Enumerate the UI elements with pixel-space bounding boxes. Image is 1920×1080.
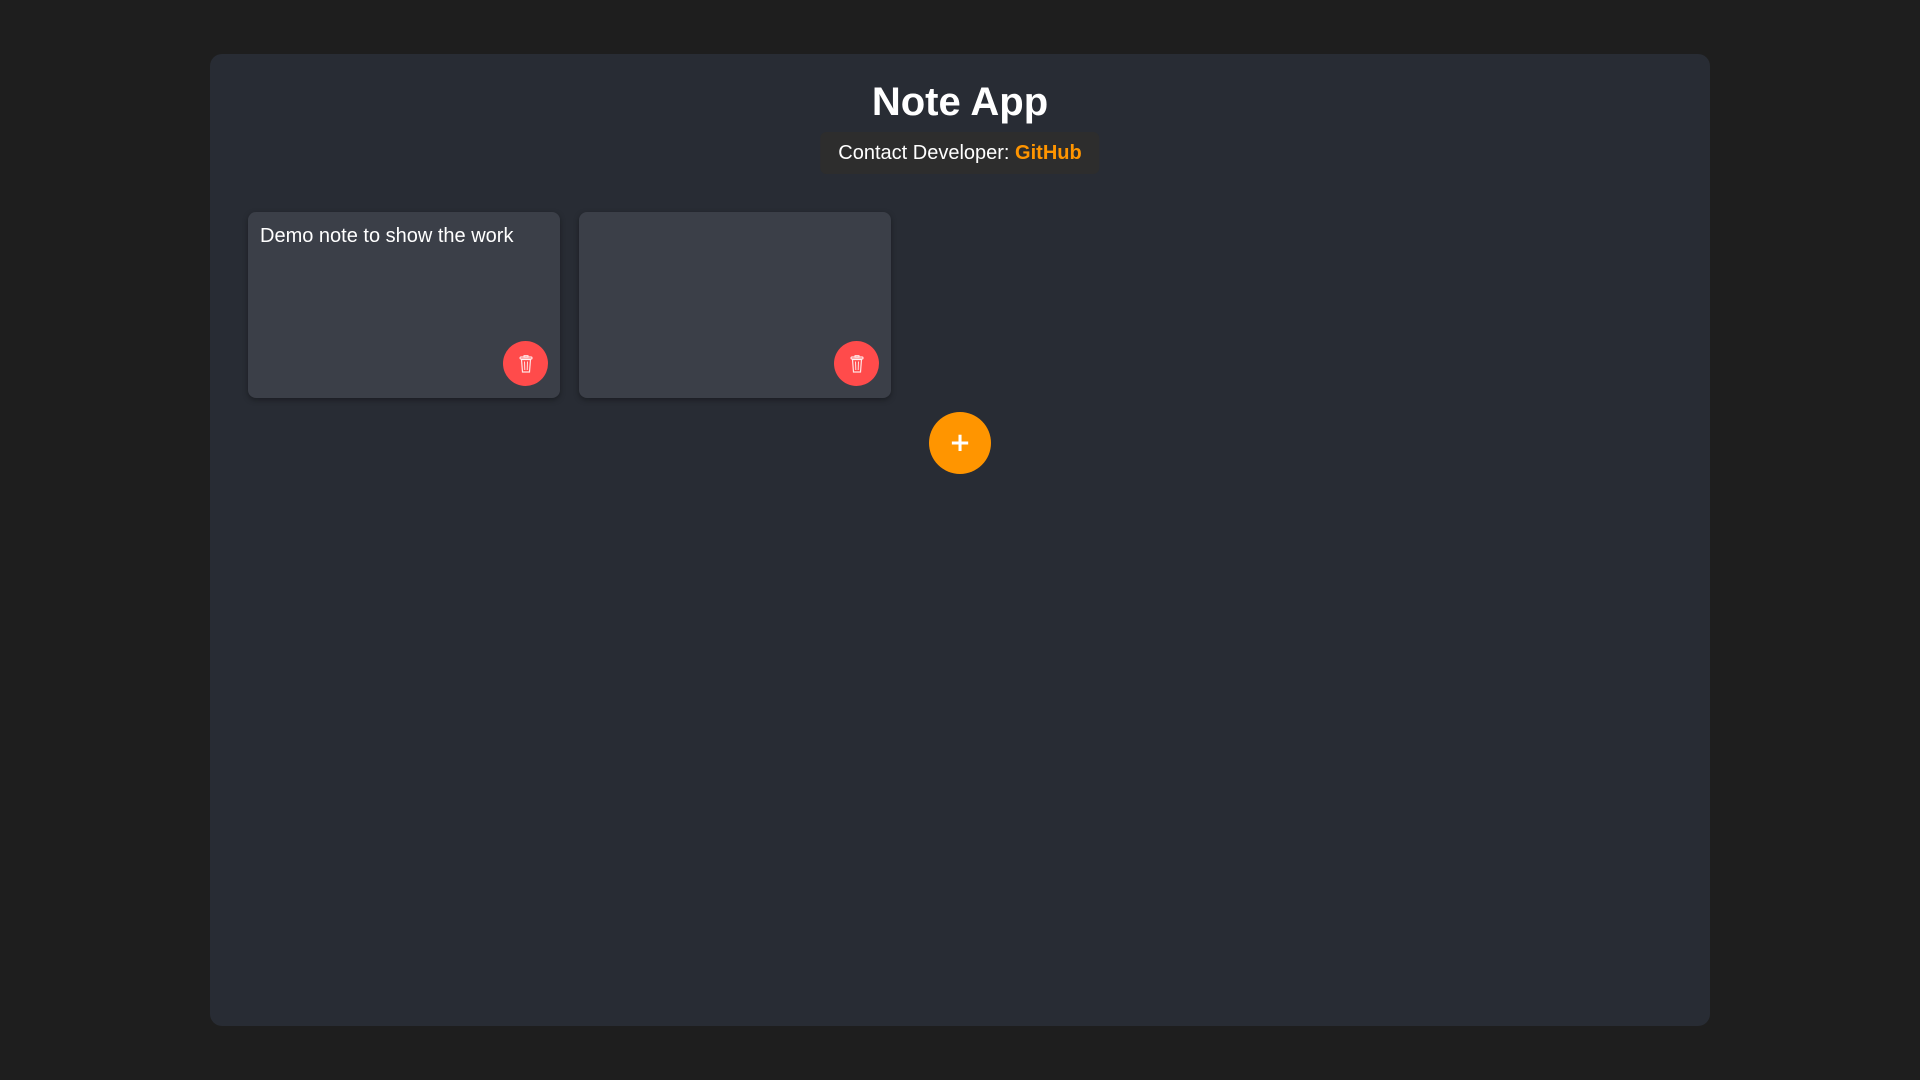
- delete-note-button[interactable]: [834, 341, 879, 386]
- note-text[interactable]: Demo note to show the work: [260, 222, 548, 250]
- page-title: Note App: [871, 80, 1049, 124]
- app-panel: [210, 54, 1710, 1026]
- contact-developer-box: Contact Developer: GitHub: [820, 132, 1100, 174]
- delete-note-button[interactable]: [503, 341, 548, 386]
- note-card[interactable]: [579, 212, 891, 398]
- github-link[interactable]: GitHub: [1015, 142, 1082, 164]
- trash-icon: [518, 354, 533, 373]
- note-card[interactable]: Demo note to show the work: [248, 212, 560, 398]
- trash-icon: [849, 354, 864, 373]
- add-note-button[interactable]: +: [929, 412, 991, 474]
- contact-label: Contact Developer:: [838, 142, 1010, 164]
